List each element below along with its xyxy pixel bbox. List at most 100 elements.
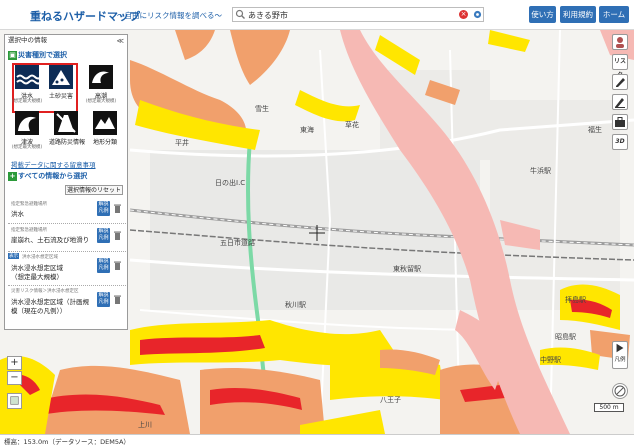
trash-icon[interactable] — [114, 204, 121, 213]
edit-button[interactable] — [612, 94, 628, 110]
legend-button-line2: 凡例 — [98, 298, 109, 305]
collapse-icon[interactable]: ≪ — [117, 36, 124, 47]
legend-toggle-button[interactable]: 凡例 — [612, 341, 628, 369]
zoom-out-button[interactable]: − — [7, 371, 22, 385]
display-badge: 表示 — [8, 253, 19, 259]
layer-switch-button[interactable] — [7, 393, 22, 409]
legend-icon — [616, 343, 624, 353]
landslide-tile[interactable] — [49, 65, 73, 89]
legend-button-line1: 解説 — [98, 292, 109, 298]
flood-tile[interactable] — [15, 65, 42, 89]
storm-surge-tile[interactable] — [89, 65, 113, 89]
panel-header: 選択中の情報 ≪ — [5, 35, 127, 46]
station-label: 拝島駅 — [565, 296, 586, 304]
legend-button-line1: 解説 — [98, 201, 109, 207]
legend-button-line1: 解説 — [98, 228, 109, 234]
place-label: 福生 — [588, 126, 602, 134]
trash-icon[interactable] — [114, 231, 121, 240]
home-button[interactable]: ホーム — [599, 6, 629, 23]
terms-button[interactable]: 利用規約 — [560, 6, 596, 23]
road-disaster-tile[interactable] — [54, 111, 78, 135]
tsunami-icon — [15, 111, 39, 135]
legend-button-line2: 凡例 — [98, 234, 109, 241]
landslide-icon — [49, 65, 73, 89]
place-label: 東海 — [300, 126, 314, 134]
3d-button[interactable]: 3D — [612, 134, 628, 150]
risk-button[interactable]: リスク — [612, 54, 628, 79]
place-label: 平井 — [175, 139, 189, 147]
legend-button[interactable]: 解説 凡例 — [97, 292, 110, 307]
place-label: 八王子 — [380, 396, 401, 404]
layer-item: 災害リスク情報＞洪水浸水想定区 洪水浸水想定区域（計画規 模（現在の凡例）） 解… — [8, 287, 126, 320]
gear-icon[interactable] — [472, 9, 483, 20]
panel-title: 選択中の情報 — [8, 36, 47, 44]
header-bar: 重ねるハザードマップ ～自由にリスク情報を調べる～ あきる野市 × 使い方 利用… — [0, 0, 634, 30]
layer-name: 崖崩れ、土石流及び地滑り — [11, 236, 90, 244]
terrain-tile[interactable] — [93, 111, 117, 135]
search-value: あきる野市 — [248, 11, 288, 20]
layer-category: 災害リスク情報＞洪水浸水想定区 — [11, 289, 79, 294]
search-input[interactable]: あきる野市 × — [232, 7, 484, 22]
layer-name: 洪水 — [11, 210, 24, 218]
legend-button-line1: 解説 — [98, 258, 109, 264]
compass-button[interactable] — [612, 383, 628, 399]
station-label: 牛浜駅 — [530, 167, 551, 175]
tsunami-tile[interactable] — [15, 111, 39, 135]
reset-button[interactable]: 選択情報のリセット — [65, 185, 123, 195]
all-info-section-label: すべての情報から選択 — [18, 172, 88, 180]
elevation-readout: 標高：153.0m（データソース：DEM5A） — [4, 438, 130, 445]
place-label: 日の出I.C — [215, 179, 246, 187]
legend-button[interactable]: 解説 凡例 — [97, 228, 110, 243]
layer-name-line2: （想定最大規模） — [11, 273, 63, 281]
legend-button-line2: 凡例 — [98, 207, 109, 214]
storm-surge-icon — [89, 65, 113, 89]
search-icon — [235, 9, 245, 19]
legend-button[interactable]: 解説 凡例 — [97, 201, 110, 216]
avatar-button[interactable] — [612, 34, 628, 50]
legend-toggle-label: 凡例 — [614, 357, 626, 363]
layer-item: 指定緊急避難場所 洪水 解説 凡例 — [8, 199, 126, 224]
legend-button[interactable]: 解説 凡例 — [97, 258, 110, 273]
trash-icon[interactable] — [114, 261, 121, 270]
pen-icon — [615, 98, 625, 108]
terrain-label: 地形分類 — [92, 139, 117, 146]
flood-sublabel: (想定最大規模) — [11, 99, 43, 104]
notice-link[interactable]: 掲載データに関する留意事項 — [11, 159, 96, 169]
place-label: 草花 — [345, 121, 359, 129]
scale-bar: 500 m — [594, 403, 624, 412]
layers-icon — [10, 396, 19, 405]
station-label: 中野駅 — [540, 356, 561, 364]
terrain-icon — [93, 111, 117, 135]
info-panel: 選択中の情報 ≪ ▣ 災害種別で選択 洪水 (想定最大規模) 土砂災害 高潮 (… — [4, 34, 128, 330]
layer-item: 表示 洪水浸水想定区域 洪水浸水想定区域 （想定最大規模） 解説 凡例 — [8, 253, 126, 286]
road-disaster-label: 道路防災情報 — [49, 139, 86, 146]
draw-button[interactable] — [612, 74, 628, 90]
disaster-section-label: 災害種別で選択 — [18, 51, 67, 59]
layer-item: 指定緊急避難場所 崖崩れ、土石流及び地滑り 解説 凡例 — [8, 225, 126, 252]
tsunami-sublabel: (想定最大規模) — [11, 145, 43, 150]
app-subtitle: ～自由にリスク情報を調べる～ — [117, 11, 222, 20]
pencil-icon — [616, 78, 625, 87]
layer-category: 指定緊急避難場所 — [11, 228, 47, 233]
legend-button-line2: 凡例 — [98, 264, 109, 271]
zoom-in-button[interactable]: + — [7, 356, 22, 370]
station-label: 昭島駅 — [555, 333, 576, 341]
avatar-icon — [616, 37, 624, 48]
select-icon: ▣ — [8, 51, 17, 60]
place-label: 雪生 — [255, 105, 269, 113]
place-label: 上川 — [138, 421, 152, 429]
all-info-section-header[interactable]: + すべての情報から選択 — [5, 171, 125, 182]
station-label: 秋川駅 — [285, 301, 306, 309]
disaster-section-header[interactable]: ▣ 災害種別で選択 — [5, 50, 125, 61]
compass-icon — [614, 385, 626, 397]
tools-button[interactable] — [612, 114, 628, 130]
layer-category: 洪水浸水想定区域 — [22, 255, 58, 260]
trash-icon[interactable] — [114, 295, 121, 304]
layer-name-line2: 模（現在の凡例）） — [11, 307, 67, 315]
station-label: 東秋留駅 — [393, 265, 421, 273]
footer-bar: 標高：153.0m（データソース：DEM5A） — [0, 434, 634, 445]
add-icon: + — [8, 172, 17, 181]
howto-button[interactable]: 使い方 — [529, 6, 556, 23]
landslide-label: 土砂災害 — [48, 93, 73, 100]
clear-icon[interactable]: × — [459, 10, 468, 19]
